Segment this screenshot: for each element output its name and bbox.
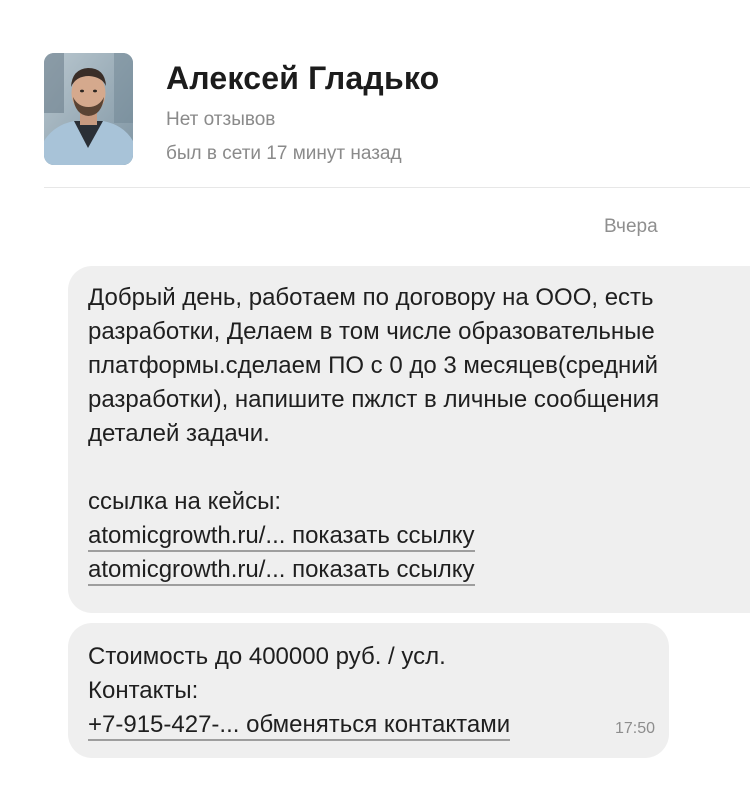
cases-label: ссылка на кейсы: xyxy=(88,488,282,515)
header-divider xyxy=(44,187,750,188)
user-photo-icon xyxy=(44,53,133,165)
message-line: Добрый день, работаем по договору на ООО… xyxy=(88,284,654,311)
last-seen-status: был в сети 17 минут назад xyxy=(166,143,402,164)
message-bubble: Стоимость до 400000 руб. / усл. Контакты… xyxy=(68,623,669,758)
message-line: деталей задачи. xyxy=(88,420,270,447)
chat-screen: Алексей Гладько Нет отзывов был в сети 1… xyxy=(0,0,750,800)
case-link-row: atomicgrowth.ru/... показать ссылку xyxy=(88,553,659,587)
contact-link-row: +7-915-427-... обменяться контактами xyxy=(88,708,511,742)
message-line: разработки), напишите пжлст в личные соо… xyxy=(88,386,660,413)
message-bubble: Добрый день, работаем по договору на ООО… xyxy=(68,266,750,613)
message-line: разработки, Делаем в том числе образоват… xyxy=(88,318,655,345)
case-link[interactable]: atomicgrowth.ru/... показать ссылку xyxy=(88,522,475,552)
message-line: Контакты: xyxy=(88,677,199,704)
reviews-status[interactable]: Нет отзывов xyxy=(166,109,275,131)
exchange-contacts-link[interactable]: +7-915-427-... обменяться контактами xyxy=(88,711,511,741)
date-separator: Вчера xyxy=(604,216,658,237)
message-text: Стоимость до 400000 руб. / усл. Контакты… xyxy=(88,640,511,742)
message-line: платформы.сделаем ПО с 0 до 3 месяцев(ср… xyxy=(88,352,659,379)
message-time: 17:50 xyxy=(614,720,655,737)
contact-name[interactable]: Алексей Гладько xyxy=(166,60,439,97)
message-text: Добрый день, работаем по договору на ООО… xyxy=(88,281,659,587)
avatar[interactable] xyxy=(44,53,133,165)
case-link[interactable]: atomicgrowth.ru/... показать ссылку xyxy=(88,556,475,586)
message-line: Стоимость до 400000 руб. / усл. xyxy=(88,643,446,670)
case-link-row: atomicgrowth.ru/... показать ссылку xyxy=(88,519,659,553)
chat-header: Алексей Гладько Нет отзывов был в сети 1… xyxy=(44,53,750,188)
